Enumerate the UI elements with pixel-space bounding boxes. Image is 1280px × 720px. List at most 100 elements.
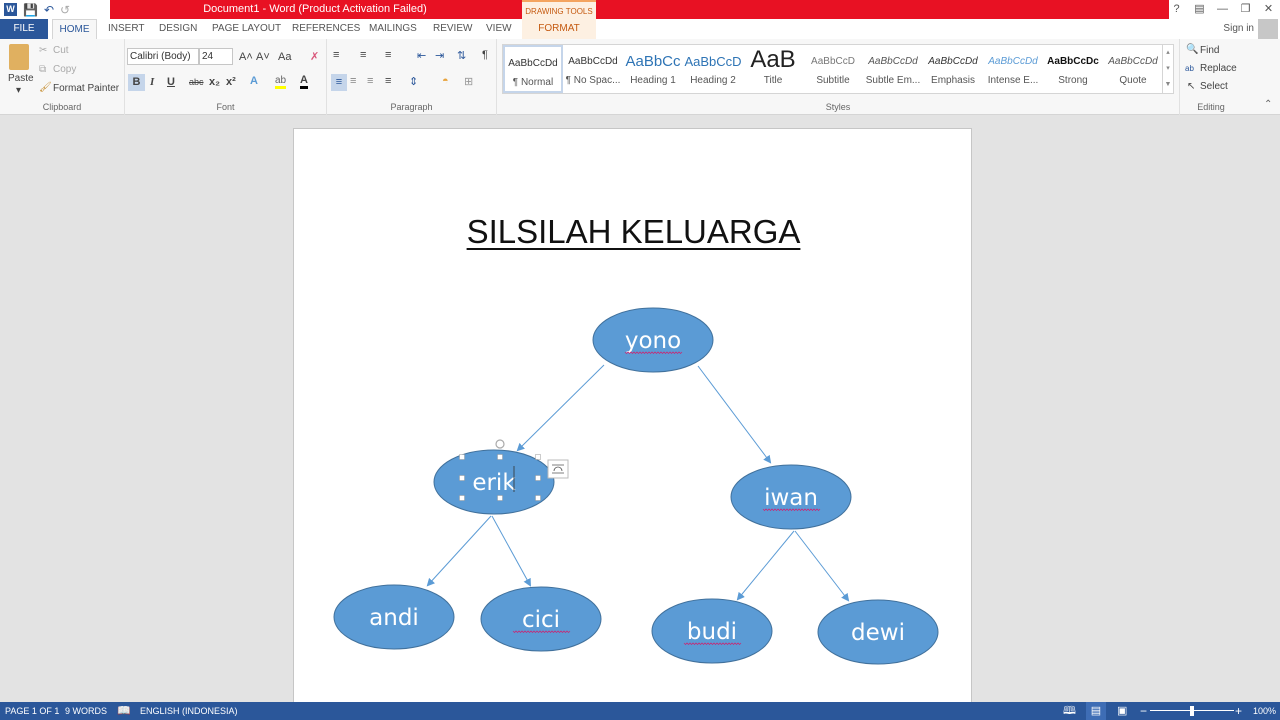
borders-icon[interactable]: ⊞ [464,75,473,88]
tab-view[interactable]: VIEW [486,19,512,39]
style-intense-emphasis[interactable]: AaBbCcDd Intense E... [983,45,1043,93]
tab-design[interactable]: DESIGN [159,19,197,39]
font-color-icon[interactable]: A [300,74,308,89]
zoom-slider-thumb[interactable] [1190,706,1194,716]
shading-icon[interactable]: ◓ [442,75,449,87]
justify-button[interactable]: ≡ [385,75,391,87]
collapse-ribbon-icon[interactable]: ⌃ [1264,99,1272,110]
connector-arrow[interactable] [794,530,850,602]
document-page[interactable]: SILSILAH KELUARGA yono erik iwan andi cici bu… [293,128,972,718]
change-case-button[interactable]: Aa [278,51,291,63]
connector-arrow[interactable] [697,365,772,464]
style-strong[interactable]: AaBbCcDc Strong [1043,45,1103,93]
grow-font-button[interactable]: A˄ [239,51,253,63]
align-center-button[interactable]: ≡ [350,75,356,87]
copy-button[interactable]: Copy [53,64,76,75]
sign-in-link[interactable]: Sign in [1223,19,1254,39]
italic-button[interactable]: I [150,76,154,88]
zoom-in-button[interactable]: + [1235,702,1242,720]
save-icon[interactable]: 💾 [23,3,38,17]
node-iwan[interactable]: iwan [730,464,852,530]
style-subtle-emphasis[interactable]: AaBbCcDd Subtle Em... [863,45,923,93]
print-layout-icon[interactable]: ▤ [1086,702,1106,720]
cut-button[interactable]: Cut [53,45,69,56]
bullets-icon[interactable]: ≡ [333,49,339,61]
find-button[interactable]: Find [1200,45,1219,56]
tab-page-layout[interactable]: PAGE LAYOUT [212,19,281,39]
node-budi[interactable]: budi [651,598,773,664]
resize-handle[interactable] [497,454,503,460]
shrink-font-button[interactable]: A˅ [256,51,270,63]
resize-handle[interactable] [459,454,465,460]
connector-arrow[interactable] [426,515,492,587]
font-name-select[interactable]: Calibri (Body) [127,48,199,65]
node-dewi[interactable]: dewi [817,599,939,665]
resize-handle[interactable] [459,495,465,501]
decrease-indent-icon[interactable]: ⇤ [417,49,426,62]
font-size-select[interactable]: 24 [199,48,233,65]
restore-button[interactable]: ❐ [1234,0,1257,19]
undo-icon[interactable]: ↶ [44,3,54,17]
style-subtitle[interactable]: AaBbCcD Subtitle [803,45,863,93]
node-andi[interactable]: andi [333,584,455,650]
resize-handle[interactable] [535,495,541,501]
style-heading-2[interactable]: AaBbCcD Heading 2 [683,45,743,93]
web-layout-icon[interactable]: ▣ [1117,702,1127,720]
subscript-button[interactable]: x₂ [209,76,220,88]
style-no-spacing[interactable]: AaBbCcDd ¶ No Spac... [563,45,623,93]
connector-arrow[interactable] [516,364,605,452]
style-quote[interactable]: AaBbCcDd Quote [1103,45,1163,93]
tab-references[interactable]: REFERENCES [292,19,360,39]
multilevel-list-icon[interactable]: ≡ [385,49,391,61]
ribbon-display-icon[interactable]: ▤ [1188,0,1211,19]
paste-button[interactable]: Paste [8,73,34,84]
read-mode-icon[interactable]: 🕮 [1063,702,1076,720]
paste-icon[interactable] [9,44,29,70]
strikethrough-button[interactable]: abc [189,77,204,87]
close-button[interactable]: ✕ [1257,0,1280,19]
format-painter-button[interactable]: Format Painter [53,83,119,94]
node-cici[interactable]: cici [480,586,602,652]
rotate-handle-icon[interactable] [495,439,505,449]
align-left-button[interactable]: ≡ [331,74,347,91]
styles-scrollbar[interactable]: ▴ ▾ ▼ [1162,45,1173,93]
zoom-level[interactable]: 100% [1253,702,1276,720]
numbering-icon[interactable]: ≡ [360,49,366,61]
help-icon[interactable]: ? [1165,0,1188,19]
page-count[interactable]: PAGE 1 OF 1 [5,702,59,720]
line-spacing-icon[interactable]: ⇕ [409,75,418,88]
resize-handle[interactable] [497,495,503,501]
tab-home[interactable]: HOME [52,19,97,39]
language-indicator[interactable]: ENGLISH (INDONESIA) [140,702,238,720]
underline-button[interactable]: U [167,76,175,88]
redo-icon[interactable]: ↺ [60,3,70,17]
style-normal[interactable]: AaBbCcDd ¶ Normal [503,45,563,93]
layout-options-icon[interactable] [547,459,569,479]
tab-insert[interactable]: INSERT [108,19,145,39]
increase-indent-icon[interactable]: ⇥ [435,49,444,62]
superscript-button[interactable]: x² [226,76,236,88]
style-emphasis[interactable]: AaBbCcDd Emphasis [923,45,983,93]
resize-handle[interactable] [459,475,465,481]
connector-arrow[interactable] [736,530,795,601]
align-right-button[interactable]: ≡ [367,75,373,87]
style-title[interactable]: AaB Title [743,45,803,93]
paste-dropdown-icon[interactable]: ▾ [16,85,21,96]
avatar[interactable] [1258,19,1278,39]
tab-format[interactable]: FORMAT [522,19,596,39]
resize-handle[interactable] [535,475,541,481]
proofing-icon[interactable]: 📖 [117,702,131,720]
tab-mailings[interactable]: MAILINGS [369,19,417,39]
show-formatting-icon[interactable]: ¶ [482,49,488,61]
sort-icon[interactable]: ⇅ [457,49,466,62]
minimize-button[interactable]: — [1211,0,1234,19]
zoom-out-button[interactable]: − [1140,702,1147,720]
replace-button[interactable]: Replace [1200,63,1237,74]
resize-handle[interactable] [535,454,541,460]
node-yono[interactable]: yono [592,307,714,373]
word-logo-icon[interactable]: W [4,3,17,16]
highlight-color-icon[interactable]: ab [275,75,287,89]
connector-arrow[interactable] [491,515,531,587]
select-button[interactable]: Select [1200,81,1228,92]
word-count[interactable]: 9 WORDS [65,702,107,720]
